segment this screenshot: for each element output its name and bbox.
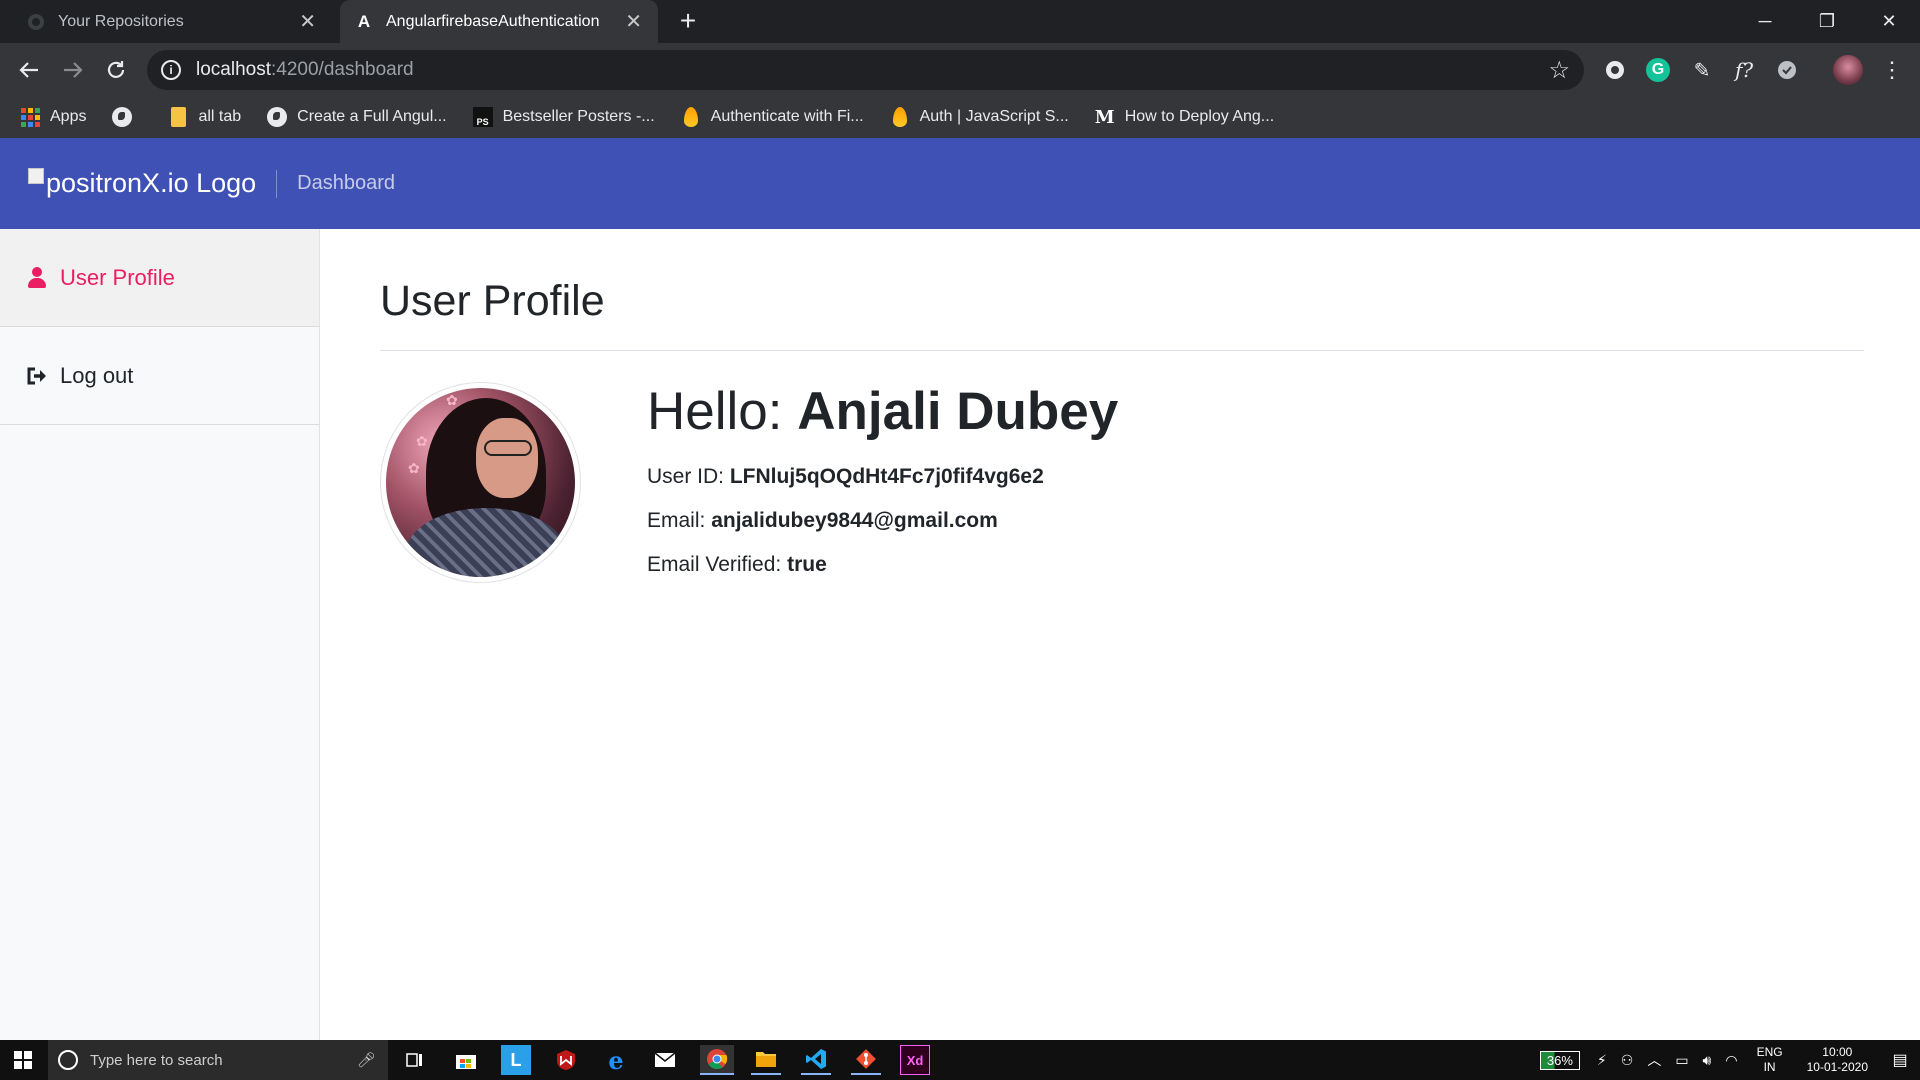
divider xyxy=(380,350,1864,351)
nav-divider xyxy=(276,169,278,198)
user-name: Anjali Dubey xyxy=(797,382,1119,441)
page-title: User Profile xyxy=(380,277,605,325)
bookmark-apps[interactable]: Apps xyxy=(20,107,86,127)
tab-title: Your Repositories xyxy=(58,12,184,30)
windows-start-icon[interactable] xyxy=(0,1040,46,1080)
battery-indicator[interactable]: 36% xyxy=(1539,1050,1580,1070)
new-tab-button[interactable]: + xyxy=(673,6,703,36)
bookmark-globe[interactable] xyxy=(112,107,142,127)
wifi-icon[interactable]: ◠ xyxy=(1725,1052,1737,1069)
clock[interactable]: 10:00 10-01-2020 xyxy=(1807,1045,1868,1075)
back-arrow-icon[interactable] xyxy=(12,53,46,87)
system-tray: 36% ⚡︎ ⚇ ︿ ▭ 🔊︎ ◠ ENG IN 10:00 10-01-2020 … xyxy=(1539,1040,1920,1080)
sign-out-icon xyxy=(26,365,48,387)
bookmark-all-tab[interactable]: all tab xyxy=(168,107,241,127)
people-icon[interactable]: ⚇ xyxy=(1621,1052,1634,1069)
folder-icon xyxy=(168,107,188,127)
minimize-button[interactable]: ─ xyxy=(1734,0,1796,43)
volume-icon[interactable]: 🔊︎ xyxy=(1703,1052,1712,1069)
close-icon[interactable]: ✕ xyxy=(299,9,316,34)
user-info: Hello: Anjali Dubey User ID: LFNluj5qOQd… xyxy=(647,382,1118,597)
language-indicator[interactable]: ENG IN xyxy=(1757,1045,1783,1075)
sidebar: User Profile Log out xyxy=(0,229,320,1040)
sidebar-item-log-out[interactable]: Log out xyxy=(0,327,319,425)
windows-taskbar: Type here to search 🎤︎ L e Xd 36% ⚡︎ ⚇ ︿… xyxy=(0,1040,1920,1080)
battery-icon[interactable]: ▭ xyxy=(1675,1052,1688,1069)
site-logo[interactable]: positronX.io Logo xyxy=(28,167,256,199)
email-verified-line: Email Verified: true xyxy=(647,552,827,576)
bookmark-authenticate-firebase[interactable]: Authenticate with Fi... xyxy=(681,107,864,127)
bookmark-auth-javascript[interactable]: Auth | JavaScript S... xyxy=(890,107,1069,127)
formula-icon[interactable]: f? xyxy=(1730,56,1758,84)
browser-tab-strip: Your Repositories ✕ A AngularfirebaseAut… xyxy=(0,0,1920,43)
tab-your-repositories[interactable]: Your Repositories ✕ xyxy=(12,0,332,43)
mcafee-icon[interactable] xyxy=(551,1045,581,1075)
firebase-icon xyxy=(681,107,701,127)
sidebar-item-user-profile[interactable]: User Profile xyxy=(0,229,319,327)
l-app-icon[interactable]: L xyxy=(501,1045,531,1075)
git-icon[interactable] xyxy=(851,1045,881,1075)
tab-title: AngularfirebaseAuthentication xyxy=(386,12,600,30)
email-line: Email: anjalidubey9844@gmail.com xyxy=(647,508,998,532)
power-plug-icon[interactable]: ⚡︎ xyxy=(1597,1052,1607,1069)
pen-icon[interactable]: ✎ xyxy=(1688,56,1716,84)
adobe-xd-icon[interactable]: Xd xyxy=(900,1045,930,1075)
notifications-icon[interactable]: ▤ xyxy=(1880,1050,1920,1070)
extension-check-icon[interactable] xyxy=(1773,56,1801,84)
email-value: anjalidubey9844@gmail.com xyxy=(711,508,998,532)
reload-icon[interactable] xyxy=(99,53,133,87)
bookmark-deploy-angular[interactable]: M How to Deploy Ang... xyxy=(1094,106,1274,128)
grammarly-icon[interactable]: G xyxy=(1646,58,1670,82)
ps-icon: PS xyxy=(472,107,493,127)
github-icon xyxy=(26,12,46,32)
main-content: User Profile ✿ ✿ ✿ Hello: Anjali Dubey U… xyxy=(380,229,1864,1040)
tab-angularfirebase[interactable]: A AngularfirebaseAuthentication ✕ xyxy=(340,0,658,43)
nav-link-dashboard[interactable]: Dashboard xyxy=(297,172,395,195)
user-photo: ✿ ✿ ✿ xyxy=(386,388,575,577)
restore-button[interactable]: ❐ xyxy=(1796,0,1858,43)
user-icon xyxy=(26,266,48,289)
app-navbar: positronX.io Logo Dashboard xyxy=(0,138,1920,229)
avatar: ✿ ✿ ✿ xyxy=(380,382,581,583)
email-verified-value: true xyxy=(787,552,827,576)
chevron-up-icon[interactable]: ︿ xyxy=(1647,1050,1661,1070)
apps-grid-icon xyxy=(20,107,40,127)
broken-image-icon xyxy=(28,167,44,184)
mail-icon[interactable] xyxy=(650,1045,680,1075)
sidebar-item-label: User Profile xyxy=(60,264,175,290)
user-id-line: User ID: LFNluj5qOQdHt4Fc7j0fif4vg6e2 xyxy=(647,464,1044,488)
edge-icon[interactable]: e xyxy=(601,1045,631,1075)
medium-icon: M xyxy=(1094,106,1115,128)
url-text: localhost:4200/dashboard xyxy=(196,59,414,80)
sidebar-item-label: Log out xyxy=(60,362,134,388)
window-controls: ─ ❐ ✕ xyxy=(1734,0,1920,43)
menu-kebab-icon[interactable]: ⋮ xyxy=(1878,56,1906,84)
store-icon[interactable] xyxy=(451,1045,481,1075)
file-explorer-icon[interactable] xyxy=(751,1045,781,1075)
chrome-icon[interactable] xyxy=(700,1045,734,1075)
forward-arrow-icon[interactable] xyxy=(56,53,90,87)
user-id-value: LFNluj5qOQdHt4Fc7j0fif4vg6e2 xyxy=(729,464,1044,488)
taskbar-search[interactable]: Type here to search 🎤︎ xyxy=(48,1040,388,1080)
task-view-icon[interactable] xyxy=(400,1045,430,1075)
microphone-icon[interactable]: 🎤︎ xyxy=(357,1051,376,1069)
browser-toolbar: i localhost:4200/dashboard ☆ G ✎ f? ⋮ xyxy=(0,43,1920,96)
bookmark-star-icon[interactable]: ☆ xyxy=(1548,56,1570,85)
profile-avatar-icon[interactable] xyxy=(1833,55,1863,85)
info-icon[interactable]: i xyxy=(161,60,181,80)
cortana-icon xyxy=(58,1050,78,1070)
bookmark-bestseller-posters[interactable]: PS Bestseller Posters -... xyxy=(472,107,655,127)
vscode-icon[interactable] xyxy=(801,1045,831,1075)
bookmarks-bar: Apps all tab Create a Full Angul... PS B… xyxy=(0,96,1920,138)
close-window-button[interactable]: ✕ xyxy=(1858,0,1920,43)
globe-icon xyxy=(112,107,133,127)
address-bar[interactable]: i localhost:4200/dashboard ☆ xyxy=(147,50,1584,90)
angular-icon: A xyxy=(357,11,371,31)
greeting: Hello: Anjali Dubey xyxy=(647,382,1119,441)
extension-icon[interactable] xyxy=(1601,56,1629,84)
bookmark-create-angular[interactable]: Create a Full Angul... xyxy=(267,107,447,127)
close-icon[interactable]: ✕ xyxy=(625,9,642,34)
firebase-icon xyxy=(890,107,910,127)
globe-icon xyxy=(267,107,288,127)
